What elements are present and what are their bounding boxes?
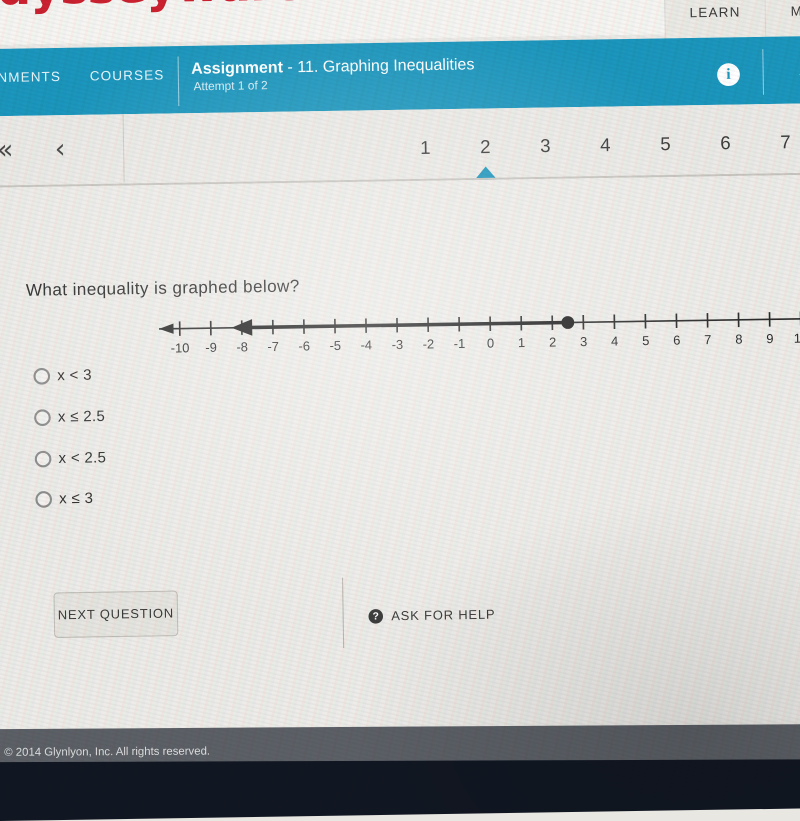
svg-text:10: 10 <box>794 331 800 346</box>
nav-assignments-label: SIGNMENTS <box>0 69 61 86</box>
number-line-graph: -10 -9 -8 -7 -6 -5 -4 -3 -2 -1 0 1 2 3 4… <box>150 296 800 371</box>
answer-option-1-label: x < 3 <box>57 367 92 384</box>
info-icon-glyph: i <box>726 66 731 84</box>
assignment-attempt: Attempt 1 of 2 <box>193 80 267 94</box>
radio-button-2[interactable] <box>34 409 51 426</box>
tab-messages[interactable]: ME <box>764 0 800 39</box>
nav-courses[interactable]: COURSES <box>90 67 165 84</box>
question-number-3[interactable]: 3 <box>532 135 559 157</box>
answer-option-4[interactable]: x ≤ 3 <box>35 490 93 507</box>
question-number-1[interactable]: 1 <box>412 137 439 159</box>
svg-text:-7: -7 <box>267 339 279 354</box>
question-mark-glyph: ? <box>373 611 380 622</box>
answer-option-2[interactable]: x ≤ 2.5 <box>34 408 105 426</box>
question-number-2[interactable]: 2 <box>472 136 499 158</box>
odysseyware-logo[interactable]: odysseyware® <box>0 0 316 16</box>
question-number-5[interactable]: 5 <box>652 133 679 155</box>
logo-text: odysseyware <box>0 0 304 16</box>
svg-text:7: 7 <box>704 332 711 347</box>
svg-text:5: 5 <box>642 333 649 348</box>
svg-text:-10: -10 <box>171 340 190 355</box>
svg-text:-1: -1 <box>454 336 466 351</box>
tab-messages-label: ME <box>791 2 800 18</box>
svg-text:0: 0 <box>487 335 494 350</box>
assignment-name: - 11. Graphing Inequalities <box>283 56 475 77</box>
svg-text:-4: -4 <box>360 337 372 352</box>
prev-page-icon[interactable]: ‹ <box>55 134 66 165</box>
assignment-label: Assignment <box>191 59 283 78</box>
nav-courses-label: COURSES <box>90 67 165 84</box>
svg-text:8: 8 <box>735 332 742 347</box>
svg-text:-6: -6 <box>298 338 310 353</box>
radio-button-3[interactable] <box>35 451 52 468</box>
svg-text:-8: -8 <box>236 339 248 354</box>
tab-learn-label: LEARN <box>689 4 740 20</box>
svg-text:9: 9 <box>766 331 773 346</box>
question-number-7[interactable]: 7 <box>772 132 799 154</box>
screen-photo: odysseyware® LEARN ME SIGNMENTS COURSES … <box>0 0 800 821</box>
svg-text:2: 2 <box>549 334 556 349</box>
first-page-icon[interactable]: « <box>0 135 14 166</box>
question-body <box>0 175 800 731</box>
question-number-4[interactable]: 4 <box>592 134 619 156</box>
tab-learn[interactable]: LEARN <box>664 0 766 40</box>
next-question-button[interactable]: NEXT QUESTION <box>53 591 178 638</box>
svg-text:4: 4 <box>611 334 618 349</box>
question-number-6[interactable]: 6 <box>712 132 739 154</box>
svg-text:-2: -2 <box>423 336 435 351</box>
svg-text:-3: -3 <box>392 337 404 352</box>
nav-assignments[interactable]: SIGNMENTS <box>0 69 61 86</box>
answer-option-2-label: x ≤ 2.5 <box>58 408 105 425</box>
svg-text:6: 6 <box>673 333 680 348</box>
svg-text:-9: -9 <box>205 340 217 355</box>
answer-option-4-label: x ≤ 3 <box>59 490 93 507</box>
svg-text:3: 3 <box>580 334 587 349</box>
copyright-text: © 2014 Glynlyon, Inc. All rights reserve… <box>4 745 210 759</box>
answer-option-3-label: x < 2.5 <box>58 450 106 467</box>
answer-option-3[interactable]: x < 2.5 <box>35 450 107 468</box>
next-question-label: NEXT QUESTION <box>58 606 174 622</box>
radio-button-4[interactable] <box>35 491 52 508</box>
svg-text:1: 1 <box>518 335 525 350</box>
radio-button-1[interactable] <box>33 368 50 385</box>
answer-option-1[interactable]: x < 3 <box>33 367 92 384</box>
os-taskbar <box>0 759 800 821</box>
ask-for-help-button[interactable]: ? ASK FOR HELP <box>368 607 495 623</box>
question-mark-icon: ? <box>368 609 383 624</box>
ask-for-help-label: ASK FOR HELP <box>391 607 495 623</box>
svg-text:-5: -5 <box>329 338 341 353</box>
